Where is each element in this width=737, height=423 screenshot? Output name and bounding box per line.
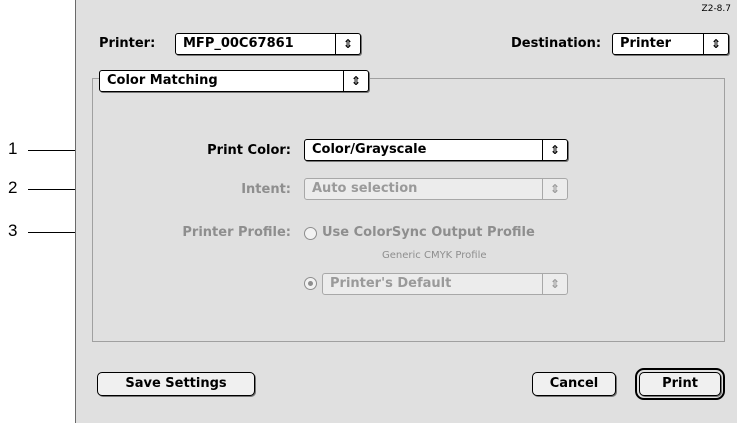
- printer-default-radio: [304, 277, 317, 290]
- colorsync-radio: [304, 227, 317, 240]
- settings-group-box: [92, 78, 725, 342]
- printer-profile-label: Printer Profile:: [182, 225, 291, 240]
- printer-value: MFP_00C67861: [183, 36, 294, 51]
- intent-value: Auto selection: [312, 181, 418, 196]
- cancel-button[interactable]: Cancel: [532, 372, 616, 396]
- print-button[interactable]: Print: [635, 368, 725, 400]
- destination-value: Printer: [620, 36, 672, 51]
- panel-value: Color Matching: [107, 73, 218, 88]
- print-dialog: Z2-8.7 Printer: MFP_00C67861 ⇕ Destinati…: [75, 0, 737, 423]
- version-label: Z2-8.7: [701, 4, 731, 14]
- intent-popup: Auto selection ⇕: [304, 178, 568, 200]
- popup-arrows-icon: ⇕: [542, 274, 567, 294]
- colorsync-profile-name: Generic CMYK Profile: [382, 250, 487, 261]
- callout-3: 3: [8, 221, 18, 240]
- callout-1: 1: [8, 139, 18, 158]
- colorsync-option-label: Use ColorSync Output Profile: [322, 225, 535, 240]
- panel-popup[interactable]: Color Matching ⇕: [99, 70, 369, 92]
- popup-arrows-icon: ⇕: [335, 34, 360, 54]
- print-color-label: Print Color:: [207, 143, 291, 158]
- save-settings-button[interactable]: Save Settings: [97, 372, 255, 396]
- printer-label: Printer:: [99, 36, 156, 51]
- destination-label: Destination:: [511, 36, 602, 51]
- destination-popup[interactable]: Printer ⇕: [612, 33, 729, 55]
- popup-arrows-icon: ⇕: [703, 34, 728, 54]
- printer-popup[interactable]: MFP_00C67861 ⇕: [175, 33, 361, 55]
- printer-default-value: Printer's Default: [330, 276, 452, 291]
- printer-default-popup: Printer's Default ⇕: [322, 273, 568, 295]
- popup-arrows-icon: ⇕: [343, 71, 368, 91]
- popup-arrows-icon: ⇕: [542, 179, 567, 199]
- callout-2: 2: [8, 178, 18, 197]
- print-color-value: Color/Grayscale: [312, 142, 427, 157]
- popup-arrows-icon: ⇕: [542, 140, 567, 160]
- print-color-popup[interactable]: Color/Grayscale ⇕: [304, 139, 568, 161]
- intent-label: Intent:: [241, 182, 291, 197]
